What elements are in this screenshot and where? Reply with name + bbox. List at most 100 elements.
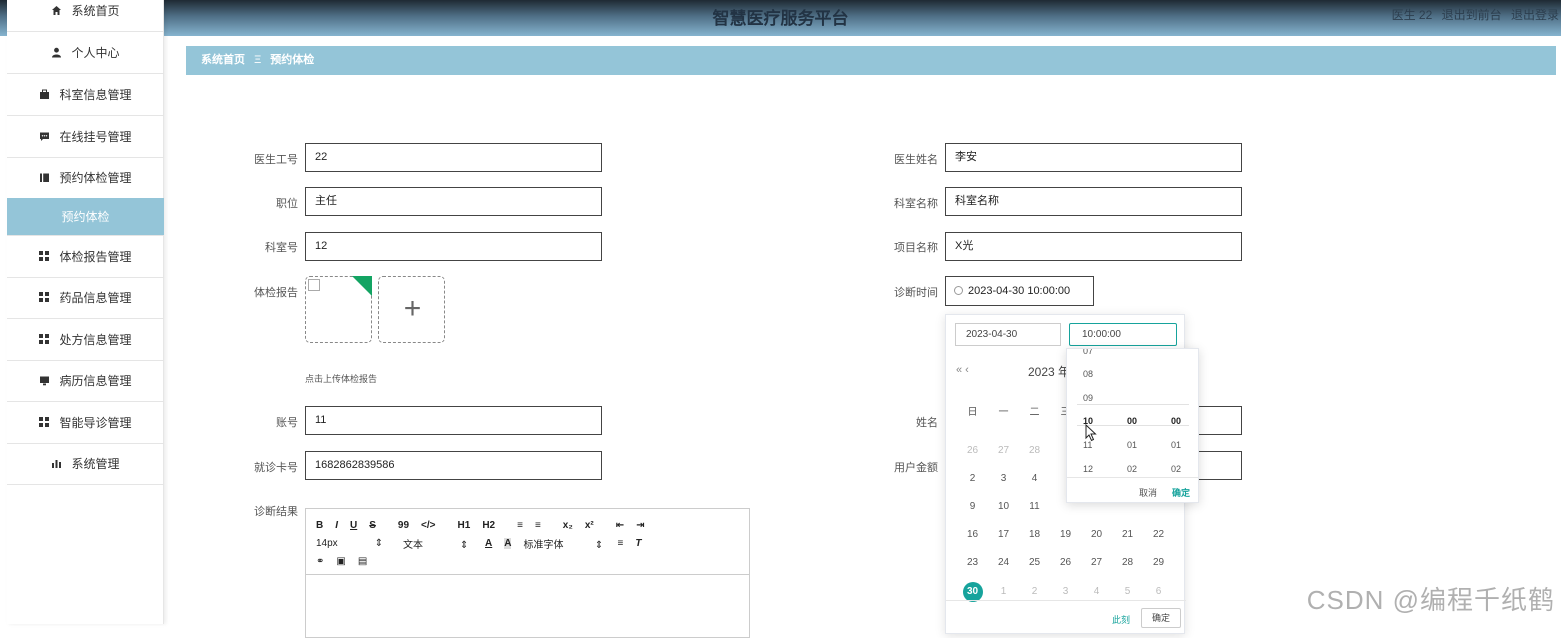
calendar-day[interactable]: 25: [1019, 549, 1050, 577]
quote-button[interactable]: 99: [398, 520, 409, 531]
calendar-day[interactable]: 27: [1081, 549, 1112, 577]
report-upload-button[interactable]: +: [378, 276, 445, 343]
sidebar-item-records[interactable]: 病历信息管理: [7, 360, 164, 402]
front-link[interactable]: 退出到前台: [1442, 8, 1502, 22]
calendar-day[interactable]: 20: [1081, 521, 1112, 549]
bullet-list-button[interactable]: ≡: [535, 520, 541, 531]
sidebar-item-profile[interactable]: 个人中心: [7, 32, 164, 74]
calendar-day[interactable]: 9: [957, 493, 988, 521]
time-cancel-button[interactable]: 取消: [1139, 486, 1157, 499]
calendar-day[interactable]: 22: [1143, 521, 1174, 549]
sidebar-item-medicine[interactable]: 药品信息管理: [7, 277, 164, 319]
image-icon[interactable]: ▣: [336, 556, 345, 567]
dept-no-field[interactable]: 12: [305, 232, 602, 261]
diag-time-picker[interactable]: 2023-04-30 10:00:00: [945, 276, 1094, 306]
text-type-select[interactable]: 文本 ⇕: [403, 536, 473, 551]
sidebar-item-prescription[interactable]: 处方信息管理: [7, 319, 164, 361]
hour-option[interactable]: 08: [1083, 362, 1127, 386]
calendar-day[interactable]: 21: [1112, 521, 1143, 549]
calendar-day[interactable]: 29: [1143, 549, 1174, 577]
h2-button[interactable]: H2: [482, 520, 495, 531]
hour-option[interactable]: 07: [1083, 349, 1127, 363]
calendar-day[interactable]: 24: [988, 549, 1019, 577]
calendar-day[interactable]: 23: [957, 549, 988, 577]
account-field[interactable]: 11: [305, 406, 602, 435]
clear-format-icon[interactable]: T: [635, 538, 641, 549]
sidebar-item-checkup-mgmt[interactable]: 预约体检管理: [7, 157, 164, 199]
report-image-preview[interactable]: [305, 276, 372, 343]
outdent-button[interactable]: ⇤: [616, 520, 624, 531]
diag-time-value: 2023-04-30 10:00:00: [968, 285, 1071, 297]
sidebar-item-dept[interactable]: 科室信息管理: [7, 74, 164, 116]
font-size-select[interactable]: 14px ⇕: [316, 538, 391, 549]
calendar-day[interactable]: 3: [988, 465, 1019, 493]
time-confirm-button[interactable]: 确定: [1172, 486, 1190, 499]
link-icon[interactable]: ⚭: [316, 556, 324, 567]
sidebar-item-label: 药品信息管理: [59, 291, 132, 305]
user-area: 医生 22 退出到前台 退出登录: [1386, 6, 1559, 23]
calendar-day[interactable]: 10: [988, 493, 1019, 521]
weekday-label: 二: [1029, 407, 1040, 418]
font-family-select[interactable]: 标准字体 ⇕: [523, 536, 605, 551]
sidebar-item-registration[interactable]: 在线挂号管理: [7, 116, 164, 158]
bar-chart-icon: [51, 458, 62, 469]
underline-button[interactable]: U: [350, 520, 357, 531]
font-color-icon[interactable]: A: [485, 538, 492, 549]
sidebar-item-report[interactable]: 体检报告管理: [7, 236, 164, 278]
chat-icon: [39, 131, 50, 142]
calendar-day[interactable]: 27: [988, 437, 1019, 465]
calendar-day[interactable]: 19: [1050, 521, 1081, 549]
card-no-field[interactable]: 1682862839586: [305, 451, 602, 480]
doctor-id-field[interactable]: 22: [305, 143, 602, 172]
picker-date-input[interactable]: 2023-04-30: [955, 323, 1061, 346]
minute-option[interactable]: 01: [1127, 433, 1171, 457]
prev-year-month-icon[interactable]: « ‹: [956, 364, 969, 376]
strike-button[interactable]: S: [369, 520, 376, 531]
calendar-day[interactable]: 2: [957, 465, 988, 493]
calendar-day[interactable]: 18: [1019, 521, 1050, 549]
sidebar-item-home[interactable]: 系统首页: [7, 0, 164, 32]
picker-confirm-button[interactable]: 确定: [1141, 608, 1181, 628]
logout-link[interactable]: 退出登录: [1511, 8, 1559, 22]
background-color-icon[interactable]: A: [504, 537, 512, 549]
sidebar-item-label: 个人中心: [71, 46, 120, 60]
now-button[interactable]: 此刻: [1112, 613, 1130, 626]
ordered-list-button[interactable]: ≡: [517, 520, 523, 531]
indent-button[interactable]: ⇥: [636, 520, 644, 531]
sidebar-item-guide[interactable]: 智能导诊管理: [7, 402, 164, 444]
calendar-day[interactable]: 17: [988, 521, 1019, 549]
diag-time-label: 诊断时间: [894, 287, 938, 299]
align-icon[interactable]: ≡: [617, 538, 623, 549]
item-name-field[interactable]: X光: [945, 232, 1242, 261]
dept-name-field[interactable]: 科室名称: [945, 187, 1242, 216]
calendar-day[interactable]: 28: [1019, 437, 1050, 465]
video-icon[interactable]: ▤: [358, 556, 367, 567]
minute-option-selected[interactable]: 00: [1127, 409, 1171, 433]
calendar-day[interactable]: 11: [1019, 493, 1050, 521]
calendar-day[interactable]: 26: [1050, 549, 1081, 577]
hour-option[interactable]: 09: [1083, 386, 1127, 410]
dept-no-label: 科室号: [265, 242, 298, 254]
italic-button[interactable]: I: [335, 520, 338, 531]
position-field[interactable]: 主任: [305, 187, 602, 216]
doctor-name-label: 医生姓名: [894, 154, 938, 166]
breadcrumb-home[interactable]: 系统首页: [201, 54, 245, 66]
doctor-name-field[interactable]: 李安: [945, 143, 1242, 172]
calendar-day[interactable]: 16: [957, 521, 988, 549]
second-option-selected[interactable]: 00: [1171, 409, 1198, 433]
h1-button[interactable]: H1: [458, 520, 471, 531]
superscript-button[interactable]: x²: [585, 520, 594, 531]
sidebar-item-label: 体检报告管理: [59, 250, 132, 264]
second-option[interactable]: 01: [1171, 433, 1198, 457]
rich-text-editor[interactable]: B I U S 99 </> H1 H2 ≡ ≡ x₂ x² ⇤ ⇥ 14px …: [305, 508, 750, 638]
code-button[interactable]: </>: [421, 520, 435, 531]
plus-icon: +: [403, 292, 422, 325]
sidebar-item-system[interactable]: 系统管理: [7, 443, 164, 485]
sidebar-item-checkup[interactable]: 预约体检: [7, 198, 164, 236]
calendar-day[interactable]: 4: [1019, 465, 1050, 493]
picker-time-input[interactable]: 10:00:00: [1069, 323, 1177, 346]
calendar-day[interactable]: 26: [957, 437, 988, 465]
bold-button[interactable]: B: [316, 520, 323, 531]
calendar-day[interactable]: 28: [1112, 549, 1143, 577]
subscript-button[interactable]: x₂: [563, 520, 573, 531]
